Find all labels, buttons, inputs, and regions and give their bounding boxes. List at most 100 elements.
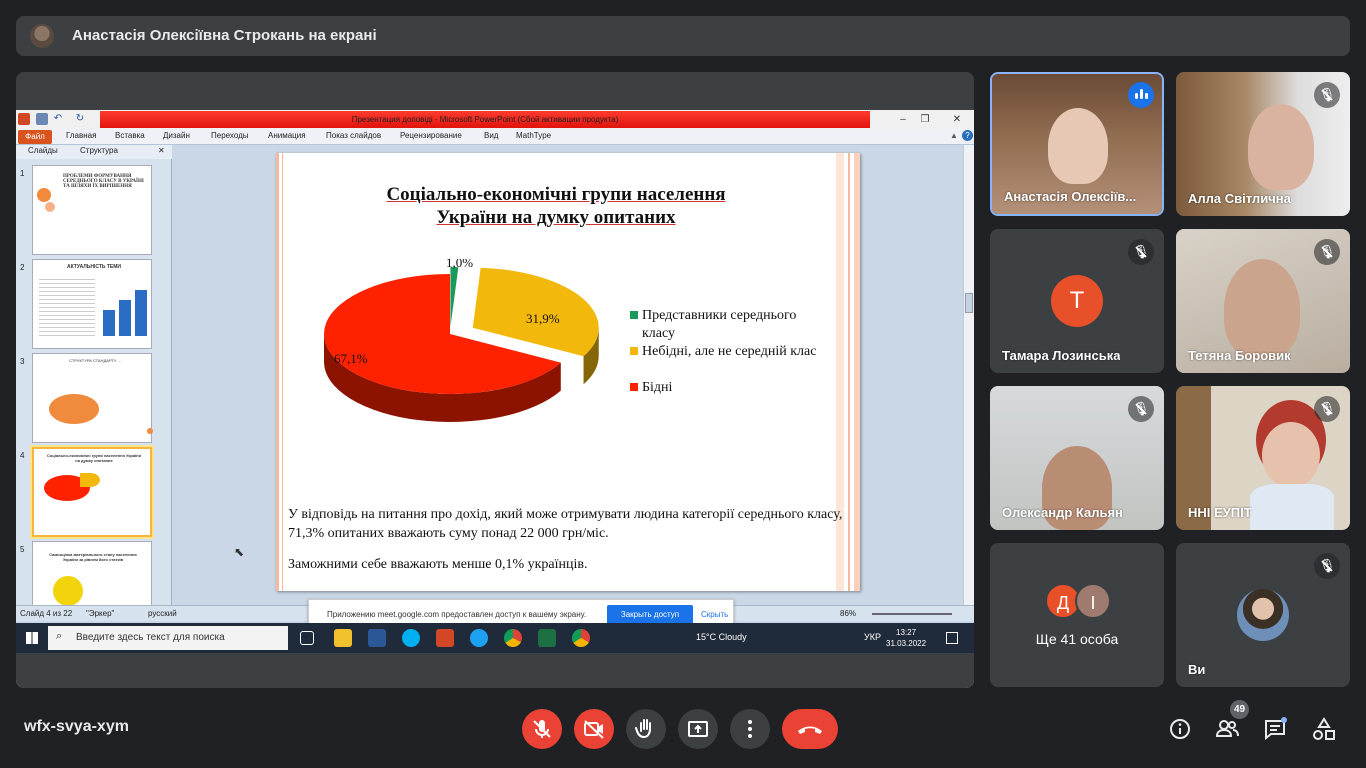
self-tile[interactable]: 🎙 Ви [1176,543,1350,687]
weather-widget[interactable]: 15°C Cloudy [696,632,747,642]
explorer-icon[interactable] [334,629,352,647]
people-icon [1215,720,1239,737]
participant-tile[interactable]: 🎙 Тетяна Боровик [1176,229,1350,373]
tab-home[interactable]: Главная [66,131,96,140]
zoom-slider[interactable] [872,613,952,615]
participant-tile[interactable]: Анастасія Олексіїв... [990,72,1164,216]
slide-title-line: Соціально-економічні групи населення [386,184,726,205]
status-theme: "Эркер" [86,609,115,618]
save-icon[interactable] [36,113,48,125]
taskbar-search-placeholder: Введите здесь текст для поиска [76,632,225,643]
thumb-title: СТРУКТУРА СТАНДАРТУ ... [69,358,121,363]
slide-thumbnail-selected[interactable]: Соціально-економічні групи населення Укр… [32,447,152,537]
mic-off-icon: 🎙 [1314,553,1340,579]
powerpoint-taskbar-icon[interactable] [436,629,454,647]
cursor-icon: ⬉ [234,545,245,559]
tab-file[interactable]: Файл [18,130,52,144]
word-icon[interactable] [368,629,386,647]
participant-name: Анастасія Олексіїв... [1004,189,1137,204]
windows-taskbar: ⌕ Введите здесь текст для поиска 15°C Cl… [16,623,974,653]
slide-thumbnail[interactable]: ПРОБЛЕМИ ФОРМУВАННЯ СЕРЕДНЬОГО КЛАСУ В У… [32,165,152,255]
tab-view[interactable]: Вид [484,131,498,140]
tab-design[interactable]: Дизайн [163,131,190,140]
search-icon: ⌕ [56,630,63,642]
participant-video [1248,104,1314,190]
more-options-button[interactable] [730,709,770,749]
close-icon[interactable]: ✕ [948,112,966,127]
tab-animation[interactable]: Анимация [268,131,306,140]
close-pane-icon[interactable]: ✕ [158,146,165,155]
avatar [1237,589,1289,641]
legend-item: Представники середнього класу [630,307,832,343]
camera-off-icon [584,720,604,739]
participant-name: Ви [1188,662,1206,677]
slide-border-left [276,153,279,591]
chat-button[interactable] [1262,716,1288,742]
vertical-scrollbar[interactable] [963,145,974,605]
participant-video [1262,422,1320,488]
people-button[interactable] [1214,716,1240,742]
mic-toggle-button[interactable] [522,709,562,749]
speaking-icon [1128,82,1154,108]
excel-icon[interactable] [538,629,556,647]
slide-thumbnail[interactable]: АКТУАЛЬНІСТЬ ТЕМИ [32,259,152,349]
skype-icon[interactable] [402,629,420,647]
collapse-ribbon-icon[interactable]: ▲ [950,131,958,140]
activities-button[interactable] [1311,716,1337,742]
avatar: І [1075,583,1111,619]
pie-data-label: 67,1% [334,351,368,366]
legend-label: Бідні [642,380,673,395]
tab-transitions[interactable]: Переходы [211,131,249,140]
leave-call-button[interactable] [782,709,838,749]
thumb-number: 5 [20,545,25,554]
participant-tile[interactable]: 🎙 Алла Світлична [1176,72,1350,216]
participant-tile[interactable]: 🎙 ННІ ЕУПІТ [1176,386,1350,530]
slide-paragraph: У відповідь на питання про дохід, який м… [288,507,843,541]
maximize-icon[interactable]: ❐ [916,112,934,127]
slide-thumbnail[interactable]: СТРУКТУРА СТАНДАРТУ ... [32,353,153,443]
taskbar-clock[interactable]: 13:27 31.03.2022 [886,627,926,649]
notifications-icon[interactable] [946,632,958,644]
tab-insert[interactable]: Вставка [115,131,145,140]
tab-slideshow[interactable]: Показ слайдов [326,131,381,140]
others-count: Ще 41 особа [1035,631,1119,647]
shared-screen: ↶ ↻ Презентация доповіді - Microsoft Pow… [16,110,974,688]
others-tile[interactable]: Д І Ще 41 особа [990,543,1164,687]
legend-label: Представники середнього класу [642,308,797,341]
pie-data-label: 31,9% [526,311,560,326]
tab-slides[interactable]: Слайды [28,146,58,155]
edge-icon[interactable] [470,629,488,647]
tab-review[interactable]: Рецензирование [400,131,462,140]
meeting-details-button[interactable] [1167,716,1193,742]
windows-start-icon[interactable] [26,632,38,644]
keyboard-language[interactable]: УКР [864,632,881,642]
stop-sharing-button[interactable]: Закрыть доступ [607,605,693,625]
slide-thumbnail[interactable]: Самооцінка матеріального стану населення… [32,541,152,606]
chrome-icon[interactable] [572,629,590,647]
raise-hand-icon [635,719,651,739]
taskbar-search[interactable]: ⌕ Введите здесь текст для поиска [48,626,288,650]
participant-video [1048,108,1108,184]
meeting-code: wfx-svya-xym [24,718,129,735]
minimize-icon[interactable]: – [894,112,912,127]
participant-tile[interactable]: 🎙 Олександр Кальян [990,386,1164,530]
participant-name: ННІ ЕУПІТ [1188,505,1252,520]
tab-mathtype[interactable]: MathType [516,131,551,140]
chrome-icon[interactable] [504,629,522,647]
hide-notice-link[interactable]: Скрыть [701,610,728,619]
camera-toggle-button[interactable] [574,709,614,749]
task-view-icon[interactable] [300,631,314,645]
participant-tile[interactable]: Т 🎙 Тамара Лозинська [990,229,1164,373]
undo-icon[interactable]: ↶ [52,113,64,125]
raise-hand-button[interactable] [626,709,666,749]
mic-off-icon: 🎙 [1128,396,1154,422]
redo-icon[interactable]: ↻ [74,113,86,125]
present-button[interactable] [678,709,718,749]
legend-swatch [630,311,638,319]
mic-off-icon [533,720,551,738]
presenter-avatar [30,24,54,48]
legend-item: Бідні [630,379,832,397]
tab-outline[interactable]: Структура [80,146,118,155]
current-slide[interactable]: Соціально-економічні групи населення Укр… [276,153,860,591]
help-icon[interactable]: ? [962,130,973,141]
